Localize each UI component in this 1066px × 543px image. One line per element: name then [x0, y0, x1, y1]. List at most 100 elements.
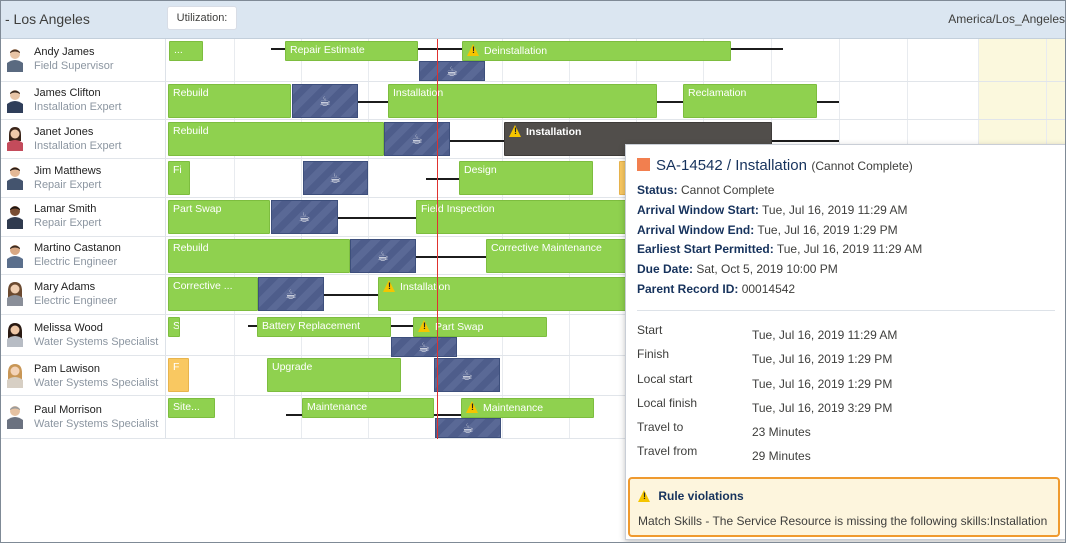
- resource-cell[interactable]: Andy James Field Supervisor: [1, 39, 166, 81]
- service-appointment[interactable]: Maintenance: [461, 398, 594, 418]
- resource-cell[interactable]: Mary Adams Electric Engineer: [1, 275, 166, 314]
- service-appointment[interactable]: Installation: [378, 277, 627, 311]
- time-label-travel-from: Travel from: [637, 444, 698, 458]
- field-label: Earliest Start Permitted:: [637, 242, 774, 256]
- resource-name: Paul Morrison: [34, 404, 102, 416]
- field-value[interactable]: 00014542: [742, 282, 795, 296]
- service-appointment[interactable]: Site...: [168, 398, 215, 418]
- warning-triangle-icon: [466, 401, 479, 413]
- service-appointment[interactable]: Corrective ...: [168, 277, 258, 311]
- break-block[interactable]: ☕: [258, 277, 324, 311]
- coffee-cup-icon: ☕: [462, 420, 474, 436]
- avatar: [7, 49, 23, 72]
- time-label-local-start: Local start: [637, 372, 693, 386]
- service-appointment[interactable]: Rebuild: [168, 239, 350, 273]
- travel-line: [418, 48, 462, 50]
- time-value-travel-to: 23 Minutes: [752, 425, 811, 439]
- service-appointment[interactable]: Part Swap: [413, 317, 547, 337]
- avatar: [7, 127, 23, 151]
- warning-triangle-icon: [383, 280, 396, 292]
- break-block[interactable]: ☕: [384, 122, 450, 156]
- resource-cell[interactable]: Lamar Smith Repair Expert: [1, 198, 166, 236]
- resource-cell[interactable]: Paul Morrison Water Systems Specialist: [1, 396, 166, 438]
- resource-name: Lamar Smith: [34, 203, 97, 215]
- break-block[interactable]: ☕: [271, 200, 338, 234]
- service-appointment[interactable]: F: [168, 358, 189, 392]
- service-appointment[interactable]: Design: [459, 161, 593, 195]
- service-appointment[interactable]: ...: [169, 41, 203, 61]
- service-appointment[interactable]: Rebuild: [168, 84, 291, 118]
- warning-triangle-icon: [418, 320, 431, 332]
- appointment-label: Installation: [526, 126, 582, 138]
- coffee-cup-icon: ☕: [461, 367, 473, 383]
- service-appointment[interactable]: Rebuild: [168, 122, 384, 156]
- warning-triangle-icon: [638, 490, 651, 502]
- time-value-local-finish: Tue, Jul 16, 2019 3:29 PM: [752, 401, 893, 415]
- time-label-start: Start: [637, 323, 663, 337]
- field-earliest-start: Earliest Start Permitted: Tue, Jul 16, 2…: [637, 242, 922, 256]
- service-appointment[interactable]: Repair Estimate: [285, 41, 418, 61]
- break-block[interactable]: ☕: [350, 239, 416, 273]
- service-appointment[interactable]: Installation: [388, 84, 657, 118]
- service-appointment[interactable]: Maintenance: [302, 398, 434, 418]
- resource-name: Melissa Wood: [34, 322, 103, 334]
- rule-violations-box: Rule violations Match Skills - The Servi…: [628, 477, 1060, 537]
- travel-line: [248, 325, 257, 327]
- appointment-label: Part Swap: [435, 321, 484, 333]
- gantt-header: - Los Angeles Utilization: America/Los_A…: [1, 1, 1065, 39]
- coffee-cup-icon: ☕: [329, 170, 342, 186]
- travel-line: [771, 140, 839, 142]
- resource-name: Pam Lawison: [34, 363, 101, 375]
- resource-name: Mary Adams: [34, 281, 96, 293]
- travel-line: [286, 414, 302, 416]
- break-block[interactable]: ☕: [292, 84, 358, 118]
- service-appointment[interactable]: Part Swap: [168, 200, 270, 234]
- break-block[interactable]: ☕: [419, 61, 485, 81]
- coffee-cup-icon: ☕: [285, 286, 297, 302]
- travel-line: [324, 294, 378, 296]
- resource-role: Repair Expert: [34, 217, 102, 229]
- resource-cell[interactable]: Melissa Wood Water Systems Specialist: [1, 315, 166, 355]
- break-block[interactable]: ☕: [391, 337, 457, 357]
- time-value-travel-from: 29 Minutes: [752, 449, 811, 463]
- field-label: Arrival Window End:: [637, 223, 755, 237]
- service-appointment[interactable]: Upgrade: [267, 358, 401, 392]
- resource-cell[interactable]: Martino Castanon Electric Engineer: [1, 237, 166, 274]
- travel-line: [657, 101, 683, 103]
- appointment-details-popover: SA-14542 / Installation (Cannot Complete…: [625, 144, 1065, 540]
- field-arrival-window-start: Arrival Window Start: Tue, Jul 16, 2019 …: [637, 203, 907, 217]
- service-appointment[interactable]: Battery Replacement: [257, 317, 391, 337]
- resource-cell[interactable]: Jim Matthews Repair Expert: [1, 159, 166, 197]
- status-color-square-icon: [637, 158, 650, 171]
- coffee-cup-icon: ☕: [418, 339, 430, 355]
- avatar: [7, 206, 23, 229]
- field-value: Tue, Jul 16, 2019 1:29 PM: [757, 223, 898, 237]
- coffee-cup-icon: ☕: [446, 63, 458, 79]
- service-appointment[interactable]: S: [168, 317, 180, 337]
- resource-role: Field Supervisor: [34, 60, 114, 72]
- service-appointment[interactable]: Corrective Maintenance: [486, 239, 627, 273]
- resource-cell[interactable]: Pam Lawison Water Systems Specialist: [1, 356, 166, 395]
- break-block[interactable]: ☕: [303, 161, 368, 195]
- travel-line: [271, 48, 285, 50]
- service-appointment[interactable]: Deinstallation: [462, 41, 731, 61]
- service-appointment[interactable]: Reclamation: [683, 84, 817, 118]
- field-label: Due Date:: [637, 262, 694, 276]
- rule-violations-title: Rule violations: [658, 489, 744, 503]
- travel-line: [338, 217, 416, 219]
- avatar: [7, 245, 23, 268]
- utilization-button[interactable]: Utilization:: [167, 6, 237, 30]
- coffee-cup-icon: ☕: [319, 93, 331, 109]
- resource-cell[interactable]: James Clifton Installation Expert: [1, 82, 166, 119]
- break-block[interactable]: ☕: [435, 418, 501, 438]
- time-value-start: Tue, Jul 16, 2019 11:29 AM: [752, 328, 898, 342]
- break-block[interactable]: ☕: [434, 358, 500, 392]
- field-label: Status:: [637, 183, 678, 197]
- service-appointment[interactable]: Field Inspection: [416, 200, 627, 234]
- avatar: [7, 364, 23, 388]
- resource-role: Water Systems Specialist: [34, 336, 159, 348]
- popover-title[interactable]: SA-14542 / Installation: [656, 157, 807, 174]
- service-appointment[interactable]: Fi: [168, 161, 190, 195]
- resource-name: Andy James: [34, 46, 95, 58]
- resource-cell[interactable]: Janet Jones Installation Expert: [1, 120, 166, 158]
